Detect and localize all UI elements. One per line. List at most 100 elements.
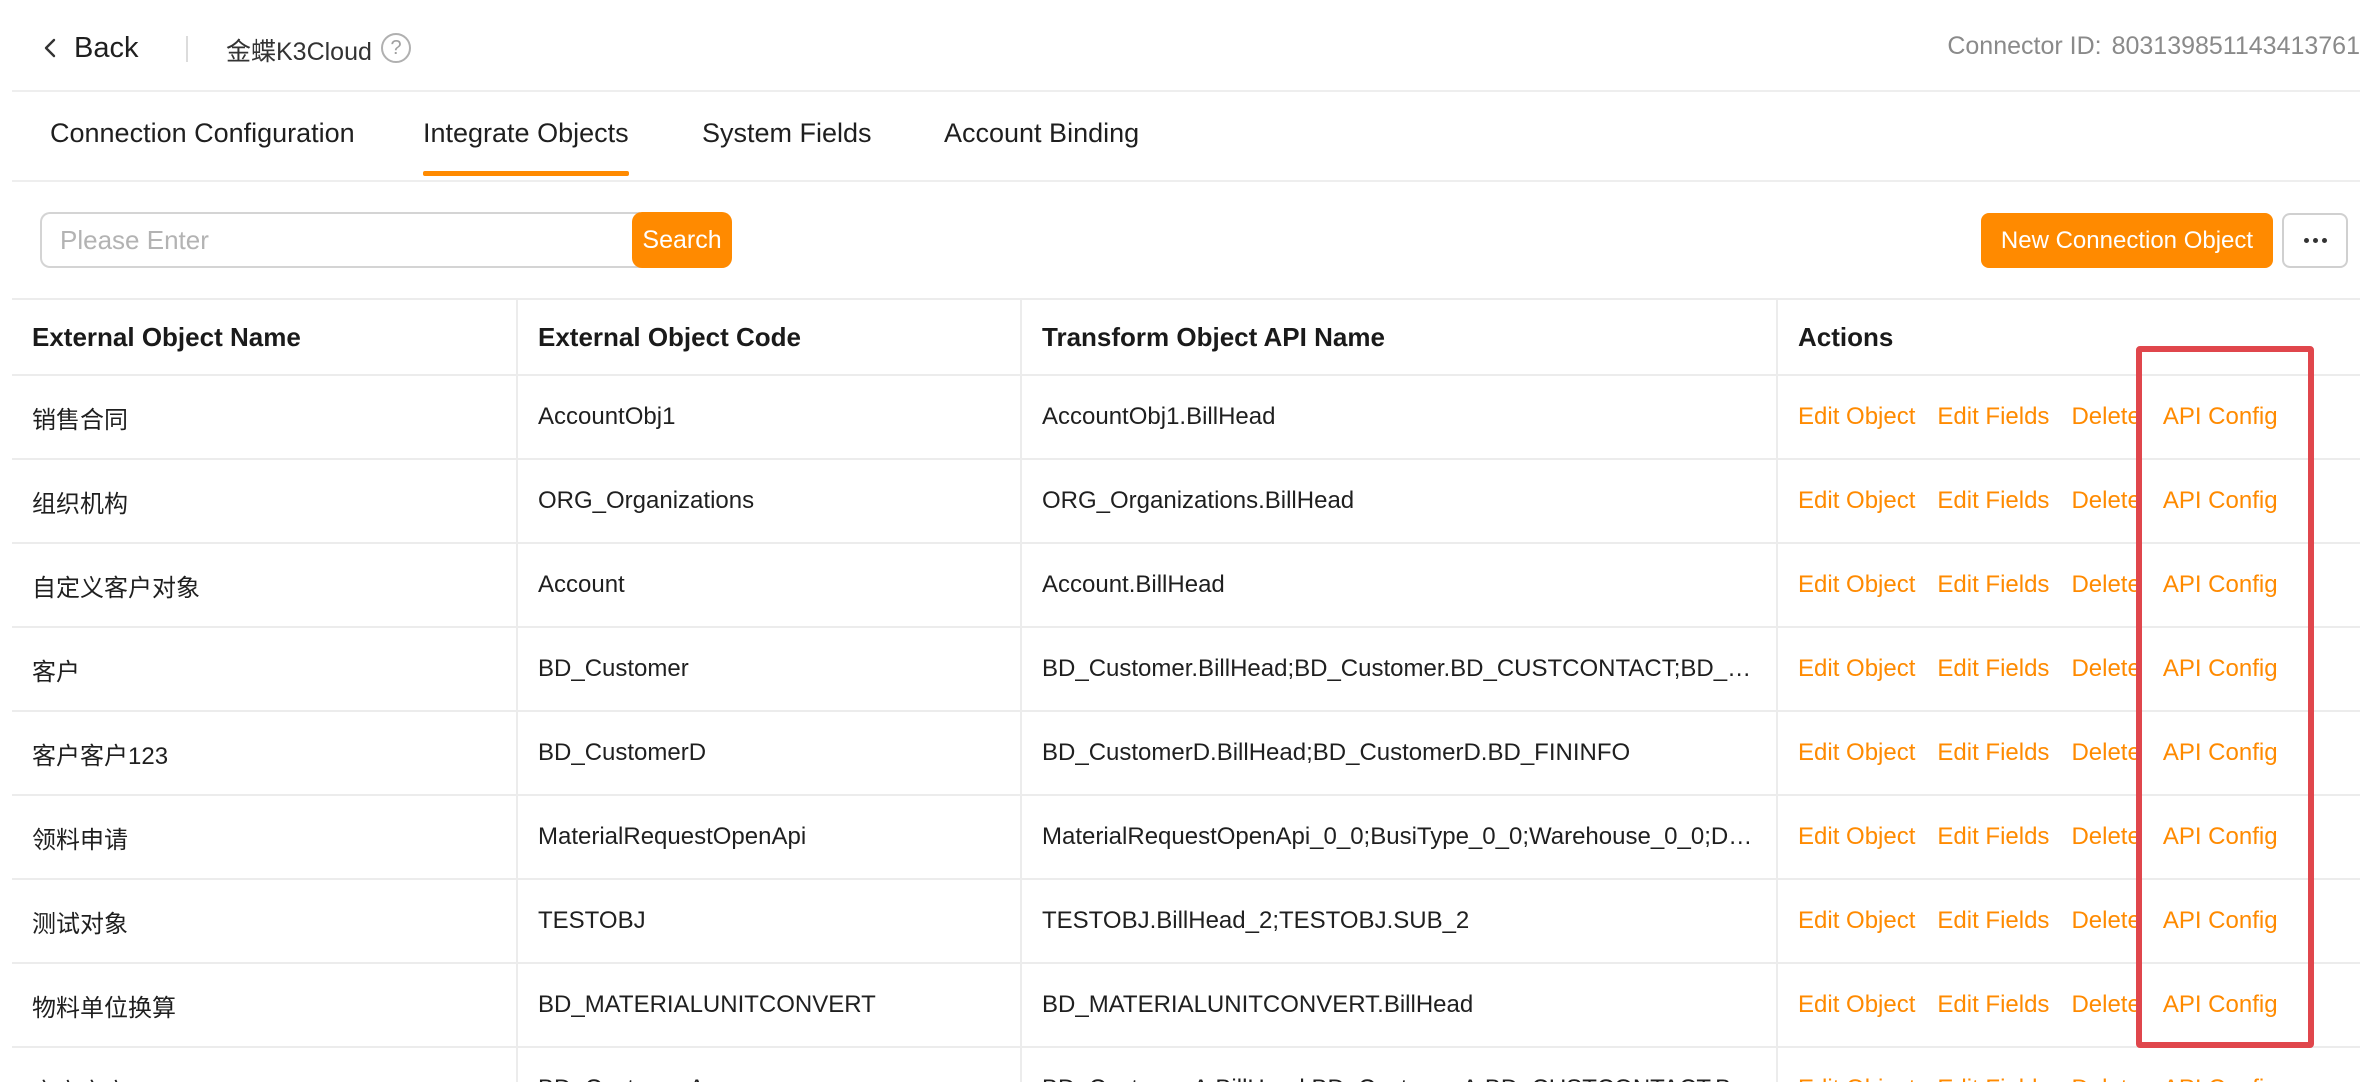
actions-cell: Edit Object Edit Fields Delete API Config bbox=[1776, 964, 2360, 1046]
edit-fields-link[interactable]: Edit Fields bbox=[1937, 739, 2049, 767]
actions-cell: Edit Object Edit Fields Delete API Config bbox=[1776, 796, 2360, 878]
delete-link[interactable]: Delete bbox=[2071, 823, 2140, 851]
edit-object-link[interactable]: Edit Object bbox=[1798, 907, 1915, 935]
external-object-code-cell: AccountObj1 bbox=[516, 376, 1020, 458]
delete-link[interactable]: Delete bbox=[2071, 655, 2140, 683]
table-row: 物料单位换算 BD_MATERIALUNITCONVERT BD_MATERIALU… bbox=[12, 964, 2360, 1048]
transform-object-api-name-cell: BD_CustomerA.BillHead;BD_CustomerA.BD_CU… bbox=[1020, 1048, 1776, 1082]
api-config-link[interactable]: API Config bbox=[2163, 1075, 2278, 1082]
tab-bar: Connection Configuration Integrate Objec… bbox=[12, 92, 2360, 182]
chevron-left-icon bbox=[44, 38, 56, 58]
more-icon bbox=[2303, 238, 2309, 243]
edit-object-link[interactable]: Edit Object bbox=[1798, 487, 1915, 515]
help-icon[interactable]: ? bbox=[381, 33, 411, 63]
edit-fields-link[interactable]: Edit Fields bbox=[1937, 487, 2049, 515]
tab-account-binding[interactable]: Account Binding bbox=[944, 118, 1139, 149]
back-button[interactable]: Back bbox=[40, 26, 138, 70]
transform-object-api-name-text: MaterialRequestOpenApi_0_0;BusiType_0_0;… bbox=[1042, 823, 1762, 850]
external-object-name-cell: 领料申请 bbox=[32, 826, 128, 854]
external-object-name-cell: 自定义客户对象 bbox=[32, 574, 200, 602]
connector-id-label: Connector ID: bbox=[1947, 32, 2102, 60]
delete-link[interactable]: Delete bbox=[2071, 991, 2140, 1019]
external-object-name-cell: 销售合同 bbox=[32, 406, 128, 434]
table-row: 销售合同 AccountObj1 AccountObj1.BillHead Edit … bbox=[12, 376, 2360, 460]
actions-cell: Edit Object Edit Fields Delete API Config bbox=[1776, 376, 2360, 458]
edit-object-link[interactable]: Edit Object bbox=[1798, 655, 1915, 683]
transform-object-api-name-cell: TESTOBJ.BillHead_2;TESTOBJ.SUB_2 bbox=[1020, 880, 1776, 962]
api-config-link[interactable]: API Config bbox=[2163, 487, 2278, 515]
edit-fields-link[interactable]: Edit Fields bbox=[1937, 655, 2049, 683]
delete-link[interactable]: Delete bbox=[2071, 571, 2140, 599]
external-object-code-cell: BD_Customer bbox=[516, 628, 1020, 710]
search-button[interactable]: Search bbox=[632, 212, 732, 268]
tab-integrate-objects[interactable]: Integrate Objects bbox=[423, 118, 629, 176]
table-row: 领料申请 MaterialRequestOpenApi MaterialReques… bbox=[12, 796, 2360, 880]
table-row: 测试对象 TESTOBJ TESTOBJ.BillHead_2;TESTOBJ.SU… bbox=[12, 880, 2360, 964]
edit-fields-link[interactable]: Edit Fields bbox=[1937, 823, 2049, 851]
edit-fields-link[interactable]: Edit Fields bbox=[1937, 403, 2049, 431]
delete-link[interactable]: Delete bbox=[2071, 907, 2140, 935]
actions-cell: Edit Object Edit Fields Delete API Config bbox=[1776, 544, 2360, 626]
api-config-link[interactable]: API Config bbox=[2163, 823, 2278, 851]
external-object-name-cell: 测试对象 bbox=[32, 910, 128, 938]
external-object-code-cell: BD_CustomerD bbox=[516, 712, 1020, 794]
actions-cell: Edit Object Edit Fields Delete API Config bbox=[1776, 628, 2360, 710]
back-label: Back bbox=[74, 31, 139, 64]
api-config-link[interactable]: API Config bbox=[2163, 655, 2278, 683]
table-row: 客户 BD_Customer BD_Customer.BillHead;BD_Cus… bbox=[12, 628, 2360, 712]
delete-link[interactable]: Delete bbox=[2071, 487, 2140, 515]
transform-object-api-name-text: BD_Customer.BillHead;BD_Customer.BD_CUST… bbox=[1042, 655, 1762, 682]
api-config-link[interactable]: API Config bbox=[2163, 571, 2278, 599]
api-config-link[interactable]: API Config bbox=[2163, 991, 2278, 1019]
edit-fields-link[interactable]: Edit Fields bbox=[1937, 1075, 2049, 1082]
table-body: 销售合同 AccountObj1 AccountObj1.BillHead Edit … bbox=[12, 376, 2360, 1082]
new-connection-object-button[interactable]: New Connection Object bbox=[1981, 213, 2273, 268]
column-header-actions: Actions bbox=[1776, 300, 2360, 374]
external-object-code-cell: ORG_Organizations bbox=[516, 460, 1020, 542]
edit-fields-link[interactable]: Edit Fields bbox=[1937, 907, 2049, 935]
external-object-code-cell: BD_MATERIALUNITCONVERT bbox=[516, 964, 1020, 1046]
transform-object-api-name-cell: BD_CustomerD.BillHead;BD_CustomerD.BD_FI… bbox=[1020, 712, 1776, 794]
api-config-link[interactable]: API Config bbox=[2163, 403, 2278, 431]
search-input[interactable] bbox=[40, 212, 640, 268]
objects-table: External Object Name External Object Cod… bbox=[12, 298, 2360, 1082]
search-bar: Search bbox=[40, 212, 732, 268]
external-object-name-cell: 客户客户 bbox=[12, 1048, 516, 1082]
more-actions-button[interactable] bbox=[2282, 213, 2348, 268]
transform-object-api-name-text: ORG_Organizations.BillHead bbox=[1042, 487, 1355, 514]
edit-object-link[interactable]: Edit Object bbox=[1798, 739, 1915, 767]
api-config-link[interactable]: API Config bbox=[2163, 739, 2278, 767]
table-row: 客户客户BD_CustomerA BD_CustomerA.BillHead;BD… bbox=[12, 1048, 2360, 1082]
delete-link[interactable]: Delete bbox=[2071, 1075, 2140, 1082]
transform-object-api-name-cell: BD_Customer.BillHead;BD_Customer.BD_CUST… bbox=[1020, 628, 1776, 710]
delete-link[interactable]: Delete bbox=[2071, 739, 2140, 767]
actions-cell: Edit Object Edit Fields Delete API Config bbox=[1776, 712, 2360, 794]
external-object-code-cell: Account bbox=[516, 544, 1020, 626]
tab-connection-configuration[interactable]: Connection Configuration bbox=[50, 118, 355, 149]
table-row: 组织机构 ORG_Organizations ORG_Organizations.B… bbox=[12, 460, 2360, 544]
external-object-code-cell: MaterialRequestOpenApi bbox=[516, 796, 1020, 878]
edit-object-link[interactable]: Edit Object bbox=[1798, 403, 1915, 431]
external-object-code-cell: BD_CustomerA bbox=[516, 1048, 1020, 1082]
edit-object-link[interactable]: Edit Object bbox=[1798, 1075, 1915, 1082]
transform-object-api-name-cell: ORG_Organizations.BillHead bbox=[1020, 460, 1776, 542]
transform-object-api-name-cell: MaterialRequestOpenApi_0_0;BusiType_0_0;… bbox=[1020, 796, 1776, 878]
transform-object-api-name-cell: Account.BillHead bbox=[1020, 544, 1776, 626]
api-config-link[interactable]: API Config bbox=[2163, 907, 2278, 935]
actions-cell: Edit Object Edit Fields Delete API Config bbox=[1776, 460, 2360, 542]
table-row: 自定义客户对象 Account Account.BillHead Edit Objec… bbox=[12, 544, 2360, 628]
tab-system-fields[interactable]: System Fields bbox=[702, 118, 872, 149]
edit-object-link[interactable]: Edit Object bbox=[1798, 823, 1915, 851]
table-row: 客户客户123 BD_CustomerD BD_CustomerD.BillHead… bbox=[12, 712, 2360, 796]
delete-link[interactable]: Delete bbox=[2071, 403, 2140, 431]
edit-object-link[interactable]: Edit Object bbox=[1798, 571, 1915, 599]
connector-id-value: 803139851143413761 bbox=[2111, 32, 2360, 60]
transform-object-api-name-text: AccountObj1.BillHead bbox=[1042, 403, 1276, 430]
header-divider bbox=[186, 36, 188, 62]
actions-cell: Edit Object Edit Fields Delete API Config bbox=[1776, 1048, 2360, 1082]
transform-object-api-name-text: BD_CustomerA.BillHead;BD_CustomerA.BD_CU… bbox=[1042, 1075, 1762, 1082]
edit-fields-link[interactable]: Edit Fields bbox=[1937, 571, 2049, 599]
external-object-name-cell: 物料单位换算 bbox=[32, 994, 176, 1022]
edit-fields-link[interactable]: Edit Fields bbox=[1937, 991, 2049, 1019]
edit-object-link[interactable]: Edit Object bbox=[1798, 991, 1915, 1019]
